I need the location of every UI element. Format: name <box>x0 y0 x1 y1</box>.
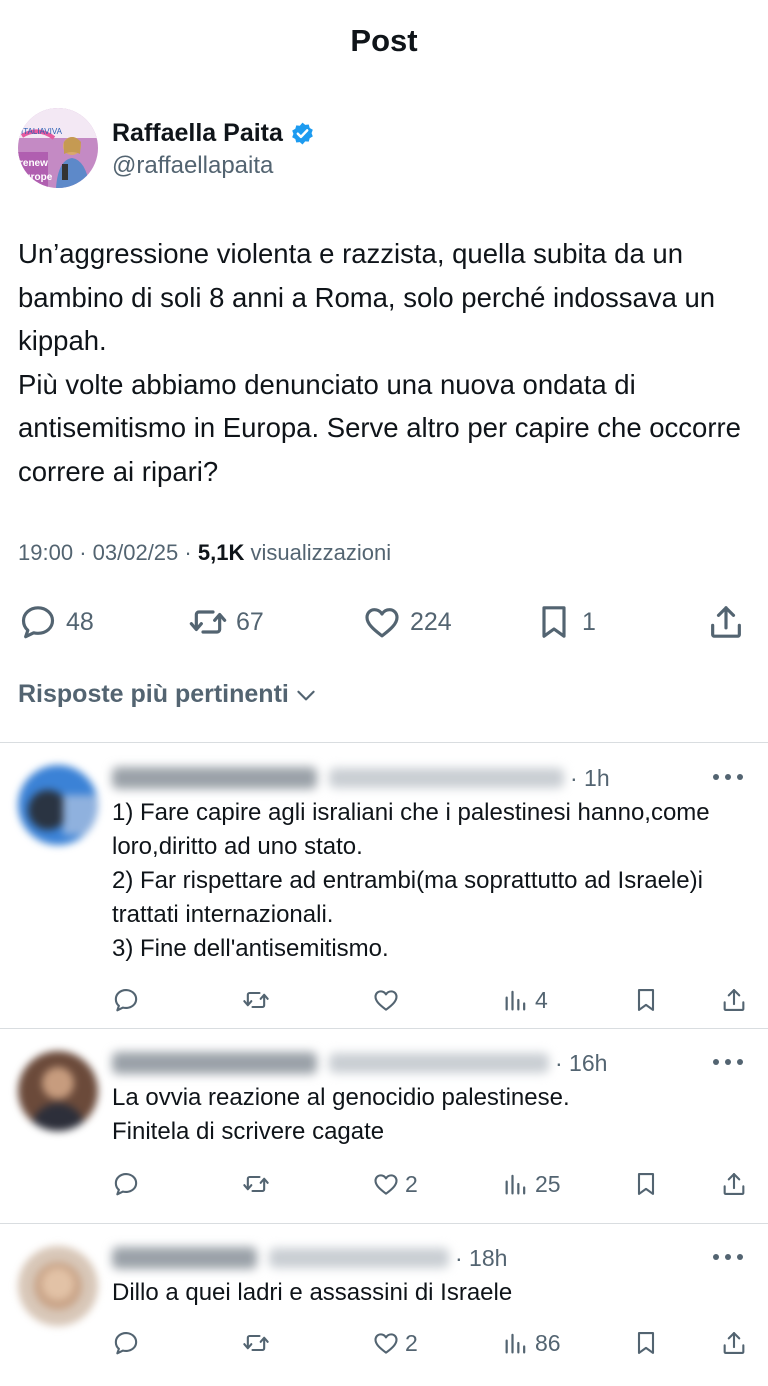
post-date[interactable]: 03/02/25 <box>93 540 179 565</box>
reply-author-name-blurred[interactable] <box>112 1052 317 1074</box>
reply-avatar[interactable] <box>18 765 98 845</box>
views-count: 5,1K <box>197 540 245 565</box>
reply-time[interactable]: · 1h <box>570 765 610 792</box>
repost-icon <box>243 1175 269 1193</box>
reply-time[interactable]: · 18h <box>455 1245 507 1272</box>
bookmark-count: 1 <box>582 607 596 636</box>
repost-icon <box>243 991 269 1009</box>
reply-item[interactable]: · 18h Dillo a quei ladri e assassini di … <box>0 1224 768 1384</box>
reply-avatar[interactable] <box>18 1246 98 1326</box>
bookmark-button[interactable]: 1 <box>534 596 596 648</box>
share-button[interactable] <box>706 596 746 648</box>
reply-bookmark-button[interactable] <box>632 984 660 1016</box>
reply-like-count: 2 <box>405 1329 418 1356</box>
like-icon <box>365 608 399 638</box>
verified-badge-icon <box>292 122 313 144</box>
svg-text:europe: europe <box>19 172 53 183</box>
more-icon[interactable] <box>708 1050 748 1074</box>
reply-icon <box>114 989 138 1012</box>
svg-text:renew: renew <box>19 158 48 169</box>
post-text: Un’aggressione violenta e razzista, quel… <box>18 238 741 487</box>
reply-reply-button[interactable] <box>112 1327 140 1359</box>
reply-author-handle-blurred[interactable] <box>269 1248 449 1268</box>
reply-text: 1) Fare capire agli israliani che i pale… <box>112 799 710 962</box>
post-actions: 48 67 224 1 <box>0 596 768 648</box>
svg-text:ITALIAVIVA: ITALIAVIVA <box>21 127 63 136</box>
reply-actions: 4 <box>0 984 768 1016</box>
reply-item[interactable]: · 16h La ovvia reazione al genocidio pal… <box>0 1029 768 1222</box>
reply-views-count: 25 <box>535 1170 561 1197</box>
page-title: Post <box>350 23 418 58</box>
reply-views-count: 4 <box>535 986 548 1013</box>
reply-icon <box>114 1332 138 1355</box>
sort-label: Risposte più pertinenti <box>18 680 289 708</box>
share-icon <box>723 989 745 1011</box>
author-name[interactable]: Raffaella Paita <box>112 119 283 148</box>
reply-views-button[interactable]: 25 <box>502 1168 561 1200</box>
more-icon[interactable] <box>708 765 748 789</box>
author-avatar[interactable]: ITALIAVIVA renew europe <box>18 108 98 188</box>
bookmark-icon <box>637 989 655 1011</box>
reply-repost-button[interactable] <box>242 1168 270 1200</box>
reply-actions: 2 25 <box>0 1168 768 1200</box>
reply-text: Dillo a quei ladri e assassini di Israel… <box>112 1279 513 1306</box>
reply-share-button[interactable] <box>720 1168 748 1200</box>
bookmark-icon <box>637 1332 655 1354</box>
replies-sort-dropdown[interactable]: Risposte più pertinenti <box>18 680 319 709</box>
reply-icon <box>114 1173 138 1196</box>
repost-icon <box>189 610 227 634</box>
like-count: 224 <box>410 607 452 636</box>
reply-views-button[interactable]: 4 <box>502 984 548 1016</box>
reply-item[interactable]: · 1h 1) Fare capire agli israliani che i… <box>0 743 768 1027</box>
reply-button[interactable]: 48 <box>18 596 94 648</box>
bookmark-icon <box>637 1173 655 1195</box>
share-icon <box>723 1173 745 1195</box>
reply-share-button[interactable] <box>720 1327 748 1359</box>
author-handle[interactable]: @raffaellapaita <box>112 152 315 180</box>
repost-icon <box>243 1334 269 1352</box>
reply-like-button[interactable]: 2 <box>372 1327 418 1359</box>
views-icon <box>505 1333 526 1354</box>
post-meta: 19:00 · 03/02/25 · 5,1K visualizzazioni <box>18 540 392 565</box>
like-icon <box>374 990 398 1011</box>
more-icon[interactable] <box>708 1245 748 1269</box>
reply-author-handle-blurred[interactable] <box>329 1053 549 1073</box>
repost-button[interactable]: 67 <box>188 596 264 648</box>
post-time[interactable]: 19:00 <box>18 540 73 565</box>
reply-repost-button[interactable] <box>242 1327 270 1359</box>
like-icon <box>374 1333 398 1354</box>
like-icon <box>374 1174 398 1195</box>
reply-icon <box>21 606 55 639</box>
reply-author-name-blurred[interactable] <box>112 767 317 789</box>
reply-like-count: 2 <box>405 1170 418 1197</box>
reply-reply-button[interactable] <box>112 1168 140 1200</box>
reply-bookmark-button[interactable] <box>632 1168 660 1200</box>
reply-like-button[interactable] <box>372 984 405 1016</box>
reply-bookmark-button[interactable] <box>632 1327 660 1359</box>
chevron-down-icon <box>297 690 315 700</box>
views-icon <box>505 990 526 1011</box>
views-label: visualizzazioni <box>250 540 392 565</box>
reply-reply-button[interactable] <box>112 984 140 1016</box>
reply-repost-button[interactable] <box>242 984 270 1016</box>
reply-avatar[interactable] <box>18 1051 98 1131</box>
reply-time[interactable]: · 16h <box>555 1050 607 1077</box>
reply-author-name-blurred[interactable] <box>112 1247 257 1269</box>
repost-count: 67 <box>236 607 264 636</box>
bookmark-icon <box>542 606 566 638</box>
reply-actions: 2 86 <box>0 1327 768 1359</box>
reply-count: 48 <box>66 607 94 636</box>
views-icon <box>505 1174 526 1195</box>
reply-views-button[interactable]: 86 <box>502 1327 561 1359</box>
post-author[interactable]: ITALIAVIVA renew europe Raffaella Paita … <box>18 108 315 188</box>
reply-author-handle-blurred[interactable] <box>329 768 564 788</box>
reply-share-button[interactable] <box>720 984 748 1016</box>
header-bar: Post <box>0 0 768 82</box>
share-icon <box>723 1332 745 1354</box>
like-button[interactable]: 224 <box>362 596 452 648</box>
reply-like-button[interactable]: 2 <box>372 1168 418 1200</box>
reply-text: La ovvia reazione al genocidio palestine… <box>112 1084 570 1145</box>
reply-views-count: 86 <box>535 1329 561 1356</box>
share-icon <box>711 606 741 638</box>
